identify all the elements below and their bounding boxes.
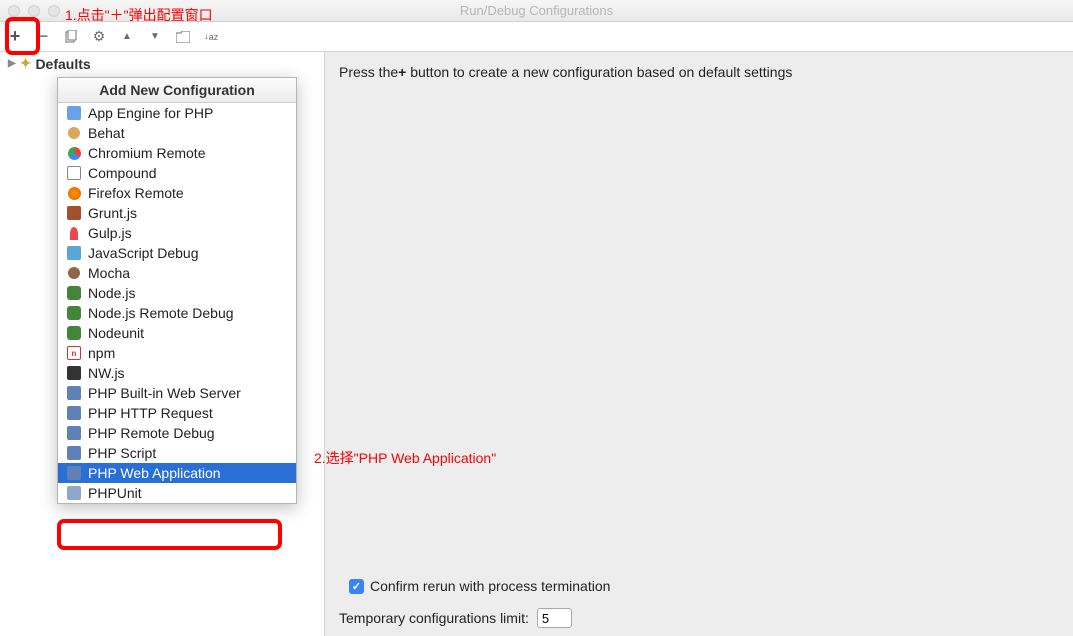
down-button[interactable]: ▼	[146, 28, 164, 46]
traffic-lights	[0, 5, 60, 17]
defaults-label: Defaults	[35, 56, 90, 72]
hint-text: Press the+ button to create a new config…	[339, 64, 1059, 80]
php-icon	[66, 445, 82, 461]
config-type-label: PHP Script	[88, 445, 156, 461]
config-type-label: PHPUnit	[88, 485, 142, 501]
grunt-icon	[66, 205, 82, 221]
hint-post: button to create a new configuration bas…	[406, 64, 792, 80]
config-type-item[interactable]: Firefox Remote	[58, 183, 296, 203]
main-area: ▶ ✦ Defaults Add New Configuration App E…	[0, 52, 1073, 636]
php-icon	[66, 465, 82, 481]
config-type-item[interactable]: JavaScript Debug	[58, 243, 296, 263]
config-type-label: Node.js	[88, 285, 135, 301]
config-type-label: Compound	[88, 165, 157, 181]
folder-button[interactable]	[174, 28, 192, 46]
minimize-button[interactable]	[28, 5, 40, 17]
annotation-step2: 2.选择"PHP Web Application"	[314, 448, 496, 468]
gear-icon: ✦	[20, 55, 32, 72]
limit-input[interactable]	[537, 608, 572, 628]
popup-title: Add New Configuration	[58, 78, 296, 103]
config-type-item[interactable]: PHP Script	[58, 443, 296, 463]
php-icon	[66, 385, 82, 401]
hint-pre: Press the	[339, 64, 398, 80]
config-type-item[interactable]: PHP Remote Debug	[58, 423, 296, 443]
config-type-item[interactable]: Node.js	[58, 283, 296, 303]
config-type-label: App Engine for PHP	[88, 105, 213, 121]
compound-icon	[66, 165, 82, 181]
config-type-label: PHP HTTP Request	[88, 405, 213, 421]
config-type-label: PHP Built-in Web Server	[88, 385, 241, 401]
confirm-rerun-checkbox-row[interactable]: ✓ Confirm rerun with process termination	[349, 578, 610, 594]
mocha-icon	[66, 265, 82, 281]
config-type-item[interactable]: Chromium Remote	[58, 143, 296, 163]
copy-button[interactable]	[62, 28, 80, 46]
add-button[interactable]: +	[6, 28, 24, 46]
phpunit-icon	[66, 485, 82, 501]
firefox-icon	[66, 185, 82, 201]
nw-icon	[66, 365, 82, 381]
left-panel: ▶ ✦ Defaults Add New Configuration App E…	[0, 52, 325, 636]
config-type-label: Mocha	[88, 265, 130, 281]
temp-config-limit-row: Temporary configurations limit:	[339, 608, 610, 628]
up-button[interactable]: ▲	[118, 28, 136, 46]
popup-list: App Engine for PHP Behat Chromium Remote Co…	[58, 103, 296, 503]
annotation-step1: 1.点击"＋"弹出配置窗口	[65, 5, 213, 25]
config-type-item[interactable]: Grunt.js	[58, 203, 296, 223]
node-icon	[66, 325, 82, 341]
config-type-item[interactable]: PHP Web Application	[58, 463, 296, 483]
config-type-label: Firefox Remote	[88, 185, 184, 201]
bottom-options: ✓ Confirm rerun with process termination…	[339, 578, 610, 628]
config-type-label: PHP Remote Debug	[88, 425, 215, 441]
config-type-label: Chromium Remote	[88, 145, 205, 161]
maximize-button[interactable]	[48, 5, 60, 17]
checkbox-checked-icon[interactable]: ✓	[349, 579, 364, 594]
remove-button[interactable]: −	[34, 28, 52, 46]
config-type-item[interactable]: Mocha	[58, 263, 296, 283]
config-type-label: Behat	[88, 125, 125, 141]
appengine-icon	[66, 105, 82, 121]
node-icon	[66, 285, 82, 301]
javascript-icon	[66, 245, 82, 261]
config-type-item[interactable]: Behat	[58, 123, 296, 143]
config-type-item[interactable]: Gulp.js	[58, 223, 296, 243]
config-type-item[interactable]: nnpm	[58, 343, 296, 363]
config-type-label: Grunt.js	[88, 205, 137, 221]
close-button[interactable]	[8, 5, 20, 17]
chrome-icon	[66, 145, 82, 161]
limit-label: Temporary configurations limit:	[339, 610, 529, 626]
add-configuration-popup: Add New Configuration App Engine for PHP…	[57, 77, 297, 504]
config-type-label: JavaScript Debug	[88, 245, 199, 261]
config-type-item[interactable]: Nodeunit	[58, 323, 296, 343]
annotation-highlight-selection	[57, 519, 282, 550]
npm-icon: n	[66, 345, 82, 361]
config-type-item[interactable]: PHP Built-in Web Server	[58, 383, 296, 403]
wrench-icon: ⚙	[93, 28, 106, 45]
config-type-item[interactable]: NW.js	[58, 363, 296, 383]
right-panel: Press the+ button to create a new config…	[325, 52, 1073, 636]
config-type-label: Nodeunit	[88, 325, 144, 341]
config-type-item[interactable]: App Engine for PHP	[58, 103, 296, 123]
checkbox-label: Confirm rerun with process termination	[370, 578, 610, 594]
config-type-item[interactable]: PHPUnit	[58, 483, 296, 503]
config-type-label: NW.js	[88, 365, 125, 381]
settings-button[interactable]: ⚙	[90, 28, 108, 46]
defaults-tree-node[interactable]: ▶ ✦ Defaults	[0, 52, 324, 75]
sort-button[interactable]: ↓az	[202, 28, 220, 46]
php-icon	[66, 405, 82, 421]
toolbar: + − ⚙ ▲ ▼ ↓az	[0, 22, 1073, 52]
config-type-item[interactable]: Node.js Remote Debug	[58, 303, 296, 323]
config-type-item[interactable]: PHP HTTP Request	[58, 403, 296, 423]
config-type-item[interactable]: Compound	[58, 163, 296, 183]
config-type-label: npm	[88, 345, 115, 361]
behat-icon	[66, 125, 82, 141]
gulp-icon	[66, 225, 82, 241]
config-type-label: Gulp.js	[88, 225, 132, 241]
php-icon	[66, 425, 82, 441]
expand-arrow-icon: ▶	[8, 58, 16, 69]
node-icon	[66, 305, 82, 321]
config-type-label: PHP Web Application	[88, 465, 221, 481]
config-type-label: Node.js Remote Debug	[88, 305, 234, 321]
